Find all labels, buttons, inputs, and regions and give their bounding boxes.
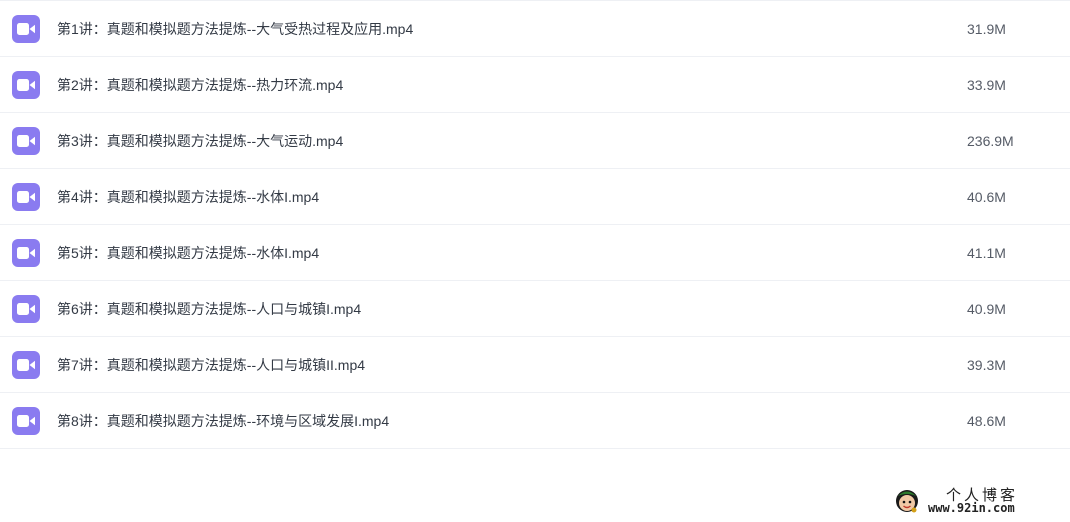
file-name[interactable]: 第3讲：真题和模拟题方法提炼--大气运动.mp4: [57, 113, 343, 169]
file-row[interactable]: 第3讲：真题和模拟题方法提炼--大气运动.mp4 236.9M: [0, 113, 1070, 169]
file-row[interactable]: 第6讲：真题和模拟题方法提炼--人口与城镇I.mp4 40.9M: [0, 281, 1070, 337]
file-name[interactable]: 第5讲：真题和模拟题方法提炼--水体I.mp4: [57, 225, 319, 281]
file-size: 39.3M: [967, 357, 1006, 373]
file-row[interactable]: 第8讲：真题和模拟题方法提炼--环境与区域发展I.mp4 48.6M: [0, 393, 1070, 449]
file-size: 48.6M: [967, 413, 1006, 429]
file-size: 41.1M: [967, 245, 1006, 261]
video-file-icon: [12, 295, 40, 323]
file-size: 40.9M: [967, 301, 1006, 317]
file-row[interactable]: 第1讲：真题和模拟题方法提炼--大气受热过程及应用.mp4 31.9M: [0, 1, 1070, 57]
file-name[interactable]: 第8讲：真题和模拟题方法提炼--环境与区域发展I.mp4: [57, 393, 389, 449]
video-file-icon: [12, 351, 40, 379]
file-size: 236.9M: [967, 133, 1014, 149]
file-row[interactable]: 第7讲：真题和模拟题方法提炼--人口与城镇II.mp4 39.3M: [0, 337, 1070, 393]
video-file-icon: [12, 71, 40, 99]
file-row[interactable]: 第2讲：真题和模拟题方法提炼--热力环流.mp4 33.9M: [0, 57, 1070, 113]
watermark-url: www.92in.com: [928, 501, 1015, 515]
file-row[interactable]: 第5讲：真题和模拟题方法提炼--水体I.mp4 41.1M: [0, 225, 1070, 281]
video-file-icon: [12, 15, 40, 43]
watermark: 个人博客 www.92in.com: [894, 484, 1064, 518]
file-name[interactable]: 第6讲：真题和模拟题方法提炼--人口与城镇I.mp4: [57, 281, 361, 337]
file-name[interactable]: 第7讲：真题和模拟题方法提炼--人口与城镇II.mp4: [57, 337, 365, 393]
video-file-icon: [12, 239, 40, 267]
file-size: 33.9M: [967, 77, 1006, 93]
file-name[interactable]: 第2讲：真题和模拟题方法提炼--热力环流.mp4: [57, 57, 343, 113]
file-size: 40.6M: [967, 189, 1006, 205]
file-list-page: 第1讲：真题和模拟题方法提炼--大气受热过程及应用.mp4 31.9M 第2讲：…: [0, 0, 1070, 522]
file-row[interactable]: 第4讲：真题和模拟题方法提炼--水体I.mp4 40.6M: [0, 169, 1070, 225]
video-file-icon: [12, 127, 40, 155]
file-size: 31.9M: [967, 21, 1006, 37]
avatar-icon: [896, 490, 918, 513]
file-name[interactable]: 第1讲：真题和模拟题方法提炼--大气受热过程及应用.mp4: [57, 1, 413, 57]
video-file-icon: [12, 183, 40, 211]
file-name[interactable]: 第4讲：真题和模拟题方法提炼--水体I.mp4: [57, 169, 319, 225]
video-file-icon: [12, 407, 40, 435]
file-list: 第1讲：真题和模拟题方法提炼--大气受热过程及应用.mp4 31.9M 第2讲：…: [0, 1, 1070, 449]
